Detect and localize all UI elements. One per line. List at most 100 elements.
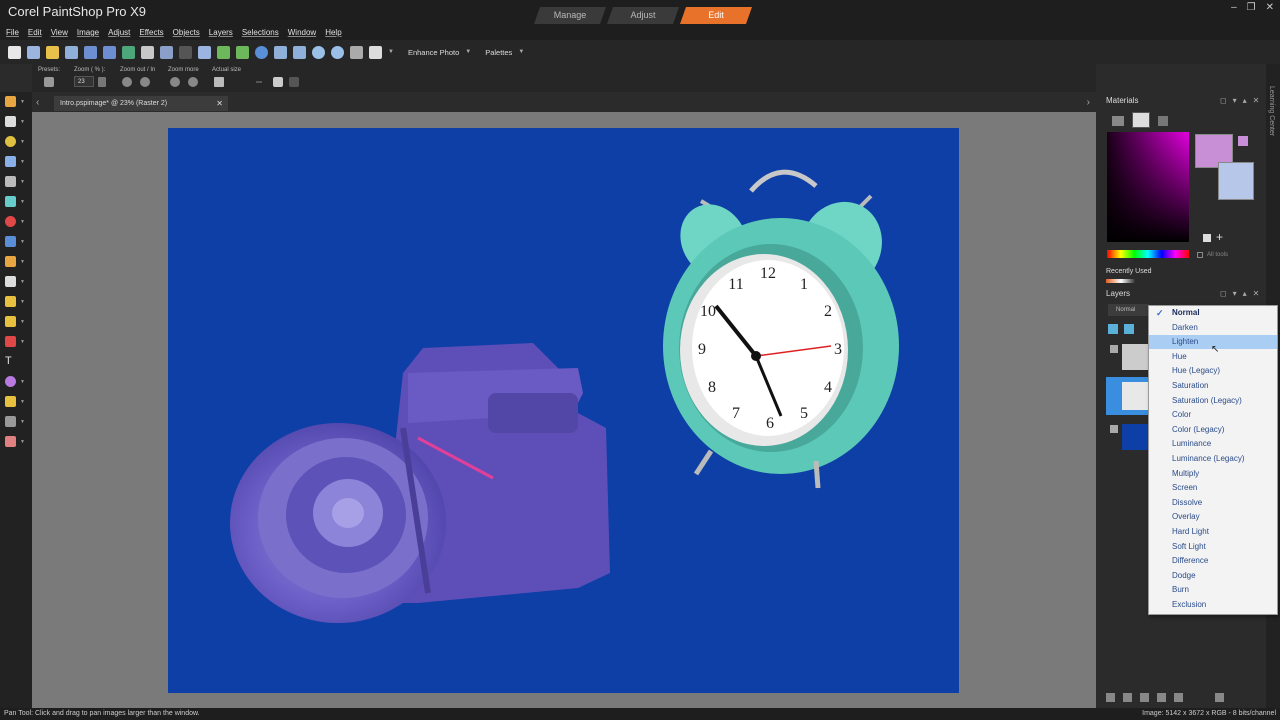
new-mask-icon[interactable] [1124, 324, 1134, 334]
warp-tool-icon[interactable]: ▼ [5, 416, 25, 427]
actual-size-icon[interactable] [350, 45, 363, 59]
info-icon[interactable] [255, 45, 268, 59]
menu-adjust[interactable]: Adjust [108, 26, 130, 40]
color-changer-icon[interactable]: ▼ [5, 336, 25, 347]
blend-option-multiply[interactable]: Multiply [1149, 467, 1277, 481]
blend-option-overlay[interactable]: Overlay [1149, 510, 1277, 524]
zoom-more-in-icon[interactable] [188, 77, 198, 87]
collapse-icon[interactable]: ▴ [1243, 96, 1247, 105]
dropper-tool-icon[interactable]: ▼ [5, 156, 25, 167]
undo-icon[interactable] [160, 45, 173, 59]
color-picker-field[interactable] [1107, 132, 1189, 242]
print-icon[interactable] [141, 45, 154, 59]
zoom-out-icon[interactable] [122, 77, 132, 87]
visibility-icon[interactable] [1110, 425, 1118, 433]
redo-icon[interactable] [179, 45, 192, 59]
brush-icon[interactable] [1123, 693, 1132, 702]
all-tools-checkbox[interactable] [1197, 252, 1203, 258]
zoom-out-icon[interactable] [312, 45, 325, 59]
menu-layers[interactable]: Layers [209, 26, 233, 40]
menu-window[interactable]: Window [288, 26, 316, 40]
clone-tool-icon[interactable]: ▼ [5, 236, 25, 247]
shape-tool-icon[interactable]: ▼ [5, 376, 25, 387]
blend-option-soft-light[interactable]: Soft Light [1149, 540, 1277, 554]
menu-file[interactable]: File [6, 26, 19, 40]
blend-option-dodge[interactable]: Dodge [1149, 569, 1277, 583]
fill-tool-icon[interactable]: ▼ [5, 316, 25, 327]
blend-option-darken[interactable]: Darken [1149, 321, 1277, 335]
chevron-left-icon[interactable]: ‹ [36, 97, 39, 108]
image-canvas[interactable]: 12 1 2 3 4 5 6 7 8 9 10 11 [168, 128, 959, 693]
chevron-right-icon[interactable]: › [1087, 97, 1090, 108]
properties-icon[interactable] [1215, 693, 1224, 702]
red-eye-tool-icon[interactable]: ▼ [5, 216, 25, 227]
scan-icon[interactable] [65, 45, 78, 59]
enhance-photo-menu[interactable]: Enhance Photo [408, 48, 459, 57]
blend-option-hard-light[interactable]: Hard Light [1149, 525, 1277, 539]
background-swatch[interactable] [1218, 162, 1254, 200]
save-icon[interactable] [84, 45, 97, 59]
zoom-stepper[interactable] [98, 77, 106, 87]
tab-adjust[interactable]: Adjust [607, 7, 679, 24]
share-icon[interactable] [122, 45, 135, 59]
blend-mode-select[interactable]: Normal [1108, 304, 1148, 316]
dropper-icon[interactable] [1203, 234, 1211, 242]
swap-colors-icon[interactable] [1238, 136, 1248, 146]
rotate-left-icon[interactable] [217, 45, 230, 59]
zoom-input[interactable]: 23 [74, 76, 94, 87]
float-icon[interactable]: ◻ [1220, 289, 1227, 298]
straighten-tool-icon[interactable]: ▼ [5, 196, 25, 207]
selection-tool-icon[interactable]: ▼ [5, 136, 25, 147]
recent-colors[interactable] [1106, 279, 1136, 283]
blend-option-burn[interactable]: Burn [1149, 583, 1277, 597]
swatches-icon[interactable] [1132, 112, 1150, 128]
blend-option-color-legacy[interactable]: Color (Legacy) [1149, 423, 1277, 437]
new-grid-icon[interactable] [27, 45, 40, 59]
zoom-in-icon[interactable] [331, 45, 344, 59]
eye-icon[interactable] [1140, 693, 1149, 702]
maximize-button[interactable]: ❐ [1247, 2, 1256, 13]
tab-manage[interactable]: Manage [534, 7, 606, 24]
layer-thumbnail-camera[interactable] [1122, 382, 1150, 410]
blend-option-screen[interactable]: Screen [1149, 481, 1277, 495]
minimize-button[interactable]: – [1231, 2, 1237, 13]
layer-thumbnail-clock[interactable] [1122, 344, 1150, 370]
arrange-icon[interactable] [369, 45, 382, 59]
resize-icon[interactable] [198, 45, 211, 59]
chevron-down-icon[interactable]: ▼ [465, 49, 471, 55]
blend-option-hue-legacy[interactable]: Hue (Legacy) [1149, 364, 1277, 378]
new-file-icon[interactable] [8, 45, 21, 59]
document-tab[interactable]: Intro.pspimage* @ 23% (Raster 2) ✕ [54, 96, 228, 111]
menu-help[interactable]: Help [325, 26, 341, 40]
hue-strip[interactable] [1107, 250, 1189, 258]
save-as-icon[interactable] [103, 45, 116, 59]
pan-tool-icon[interactable]: ▼ [5, 96, 25, 107]
close-button[interactable]: ✕ [1266, 2, 1274, 13]
gradient-icon[interactable] [1158, 116, 1168, 126]
open-folder-icon[interactable] [46, 45, 59, 59]
trash-icon[interactable] [1174, 693, 1183, 702]
menu-objects[interactable]: Objects [173, 26, 200, 40]
workspace[interactable]: 12 1 2 3 4 5 6 7 8 9 10 11 [32, 112, 1096, 708]
blend-option-normal[interactable]: ✓ Normal [1149, 306, 1277, 320]
blend-option-luminance-legacy[interactable]: Luminance (Legacy) [1149, 452, 1277, 466]
menu-icon[interactable]: ▾ [1233, 289, 1237, 298]
tab-edit[interactable]: Edit [680, 7, 752, 24]
crop-tool-icon[interactable]: ▼ [5, 176, 25, 187]
close-tab-icon[interactable]: ✕ [216, 96, 223, 111]
float-icon[interactable]: ◻ [1220, 96, 1227, 105]
rotate-right-icon[interactable] [236, 45, 249, 59]
blend-option-difference[interactable]: Difference [1149, 554, 1277, 568]
close-icon[interactable]: ✕ [1253, 289, 1260, 298]
new-layer-icon[interactable] [1106, 693, 1115, 702]
chevron-down-icon[interactable]: ▼ [518, 49, 524, 55]
menu-icon[interactable]: ▾ [1233, 96, 1237, 105]
zoom-more-out-icon[interactable] [170, 77, 180, 87]
text-tool-icon[interactable]: T [5, 356, 16, 367]
reset-icon[interactable] [273, 77, 283, 87]
plus-icon[interactable]: + [1216, 230, 1223, 244]
palettes-menu[interactable]: Palettes [485, 48, 512, 57]
group-icon[interactable] [1157, 693, 1166, 702]
blend-option-color[interactable]: Color [1149, 408, 1277, 422]
blend-option-dissolve[interactable]: Dissolve [1149, 496, 1277, 510]
